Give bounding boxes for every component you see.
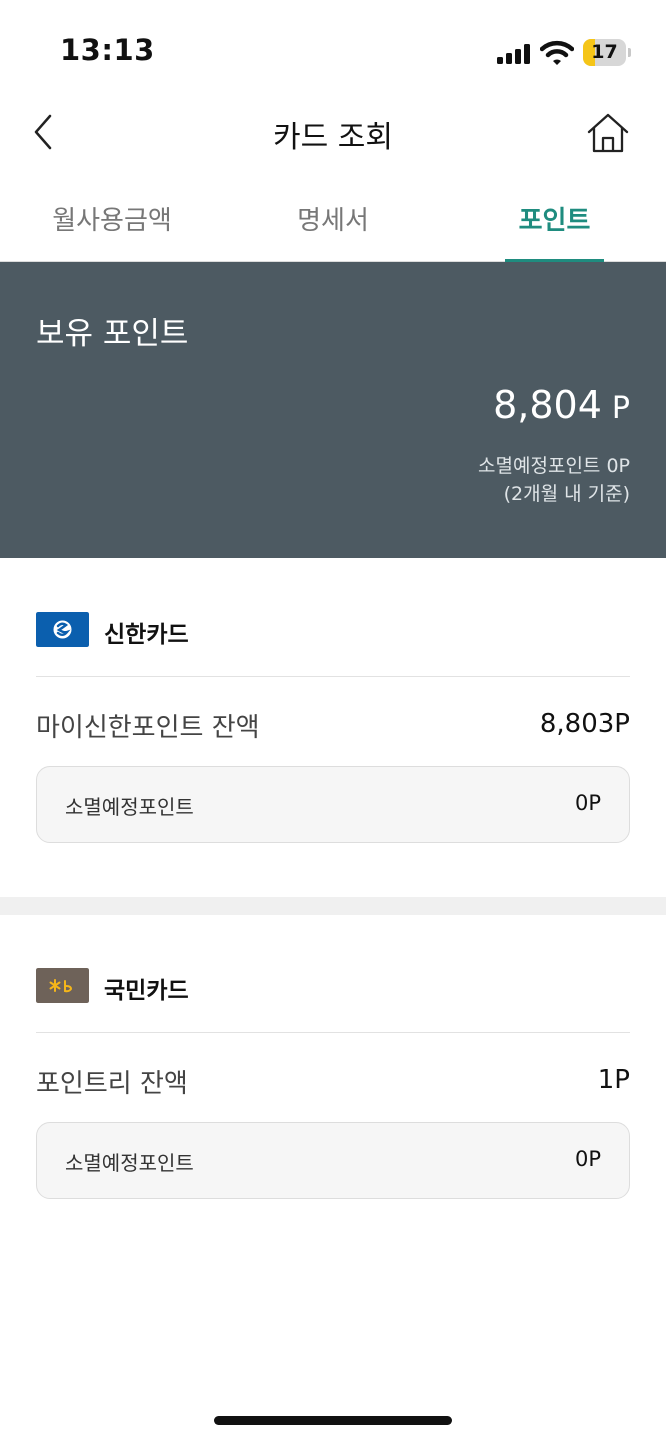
total-points-unit: P: [611, 391, 630, 426]
expiring-points-box: 소멸예정포인트 0P: [36, 766, 630, 843]
section-separator: [0, 897, 666, 915]
expiring-points-label: 소멸예정포인트: [65, 1151, 194, 1175]
balance-label: 포인트리 잔액: [36, 1069, 188, 1099]
shinhan-logo-icon: [36, 612, 89, 647]
battery-indicator: 17: [583, 39, 631, 66]
balance-value: 8,803P: [539, 709, 630, 739]
status-bar: 13:13 17: [0, 0, 666, 100]
cellular-signal-icon: [497, 44, 530, 64]
tab-label: 월사용금액: [52, 206, 172, 236]
tab-bar: 월사용금액 명세서 포인트: [0, 180, 666, 263]
expiring-points-value: 0P: [574, 1147, 601, 1171]
tab-points[interactable]: 포인트: [505, 180, 604, 263]
divider: [36, 676, 630, 677]
card-section-shinhan: 신한카드 마이신한포인트 잔액 8,803P 소멸예정포인트 0P: [0, 612, 666, 852]
summary-title: 보유 포인트: [36, 316, 189, 352]
expiring-points-info: 소멸예정포인트 0P (2개월 내 기준): [478, 452, 630, 508]
points-summary-panel: 보유 포인트 8,804 P 소멸예정포인트 0P (2개월 내 기준): [0, 262, 666, 558]
home-indicator[interactable]: [214, 1416, 452, 1425]
expiring-points-box: 소멸예정포인트 0P: [36, 1122, 630, 1199]
balance-value: 1P: [597, 1065, 630, 1095]
expiring-points-value: 0P: [574, 791, 601, 815]
home-icon: [587, 113, 629, 153]
expiring-basis-text: (2개월 내 기준): [503, 483, 630, 505]
expiring-points-text: 소멸예정포인트 0P: [478, 455, 630, 477]
kb-logo-icon: [36, 968, 89, 1003]
tab-statement[interactable]: 명세서: [243, 180, 423, 261]
page-title: 카드 조회: [273, 120, 393, 155]
home-button[interactable]: [586, 112, 630, 154]
wifi-icon: [540, 40, 574, 65]
card-name: 신한카드: [104, 622, 189, 648]
battery-tip: [628, 48, 631, 57]
tab-label: 명세서: [297, 206, 369, 236]
tab-monthly-usage[interactable]: 월사용금액: [22, 180, 202, 261]
status-time: 13:13: [60, 33, 155, 67]
navigation-header: 카드 조회: [0, 100, 666, 166]
expiring-points-label: 소멸예정포인트: [65, 795, 194, 819]
battery-level-text: 17: [591, 41, 618, 63]
total-points-value: 8,804: [493, 383, 602, 427]
total-points: 8,804 P: [493, 383, 630, 427]
tab-label: 포인트: [518, 206, 591, 236]
card-name: 국민카드: [104, 978, 189, 1004]
divider: [36, 1032, 630, 1033]
balance-label: 마이신한포인트 잔액: [36, 713, 260, 743]
card-section-kookmin: 국민카드 포인트리 잔액 1P 소멸예정포인트 0P: [0, 968, 666, 1208]
